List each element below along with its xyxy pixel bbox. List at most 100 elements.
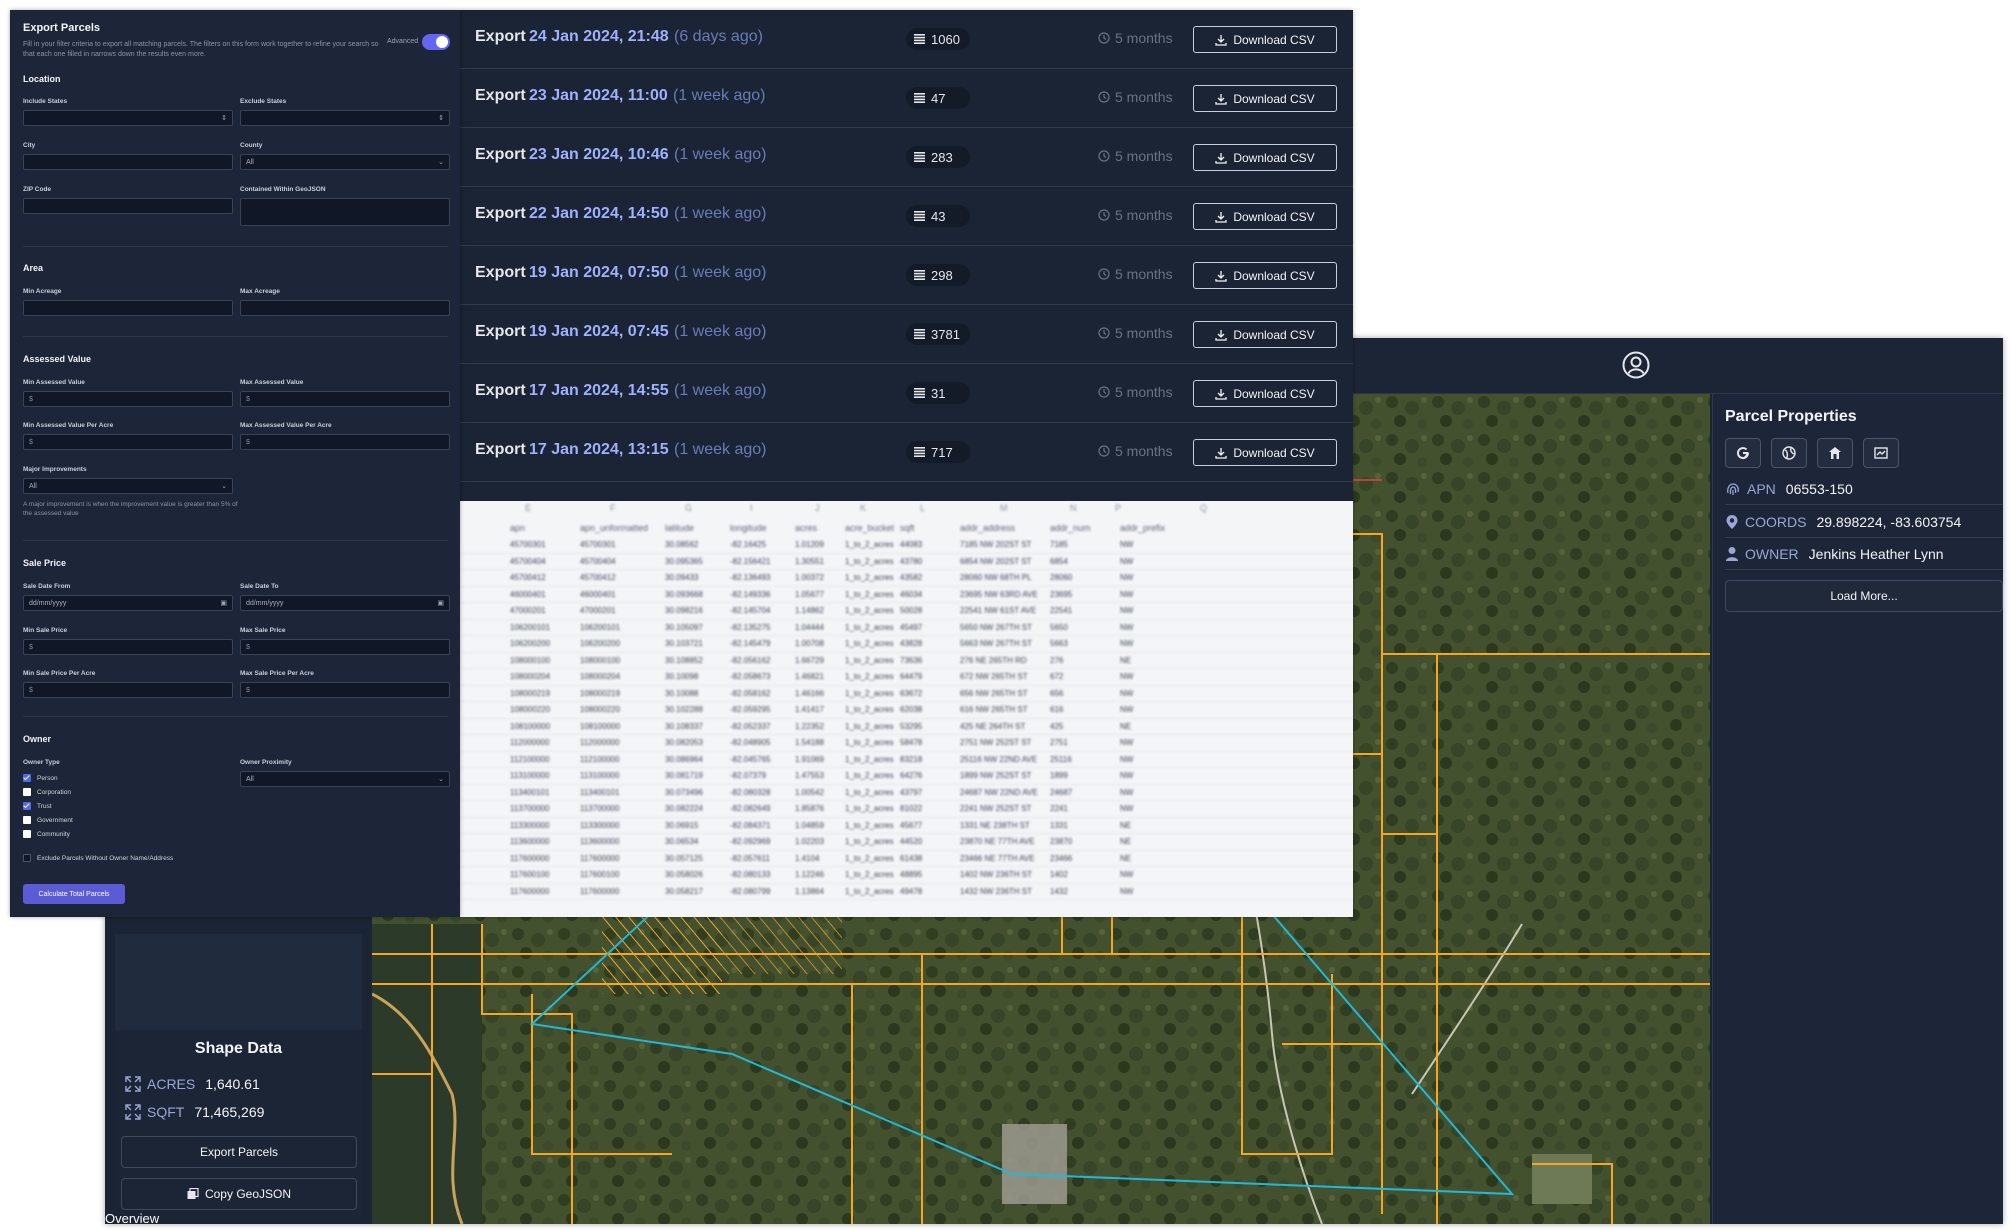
expand-icon	[125, 1076, 141, 1092]
user-profile-icon[interactable]	[1621, 350, 1651, 380]
geojson-textarea[interactable]	[240, 198, 450, 226]
spreadsheet-cell: -82.16425	[730, 540, 767, 549]
owner-type-checkbox[interactable]: Government	[23, 815, 73, 825]
checkbox-box[interactable]	[23, 830, 31, 838]
spreadsheet-column-letter[interactable]: M	[1000, 503, 1008, 519]
owner-type-checkbox[interactable]: Corporation	[23, 787, 71, 797]
export-relative-time: (1 week ago)	[674, 146, 767, 163]
download-csv-button[interactable]: Download CSV	[1193, 262, 1337, 289]
spreadsheet-column-letter[interactable]: J	[815, 503, 820, 519]
download-csv-button[interactable]: Download CSV	[1193, 380, 1337, 407]
advanced-toggle[interactable]	[422, 34, 450, 50]
list-icon	[914, 329, 925, 339]
checkbox-box[interactable]	[23, 854, 31, 862]
checkbox-box[interactable]	[23, 802, 31, 810]
spreadsheet-column-letter[interactable]: K	[860, 503, 866, 519]
checkbox-box[interactable]	[23, 774, 31, 782]
spreadsheet-column-letter[interactable]: I	[750, 503, 753, 519]
download-csv-button[interactable]: Download CSV	[1193, 439, 1337, 466]
min-assessed-input[interactable]: $	[23, 391, 233, 407]
property-owner-button[interactable]	[1817, 438, 1853, 468]
exclude-no-owner-checkbox[interactable]: Exclude Parcels Without Owner Name/Addre…	[23, 853, 173, 863]
export-label: Export	[475, 323, 526, 340]
spreadsheet-cell: 6854	[1050, 556, 1068, 566]
calculate-total-parcels-button[interactable]: Calculate Total Parcels	[23, 884, 125, 904]
coords-value: 29.898224, -83.603754	[1816, 514, 1962, 530]
owner-type-checkbox[interactable]: Community	[23, 829, 70, 839]
list-icon	[914, 447, 925, 457]
download-csv-button[interactable]: Download CSV	[1193, 85, 1337, 112]
spreadsheet-cell: 113600000	[510, 837, 550, 846]
max-sale-input[interactable]: $	[240, 639, 450, 655]
load-more-button[interactable]: Load More...	[1725, 580, 2003, 612]
spreadsheet-row: 108000219 108000219 30.10088 -82.058162 1.46…	[460, 686, 1353, 702]
sale-date-from-input[interactable]: dd/mm/yyyy ▣	[23, 595, 233, 611]
globe-search-button[interactable]	[1771, 438, 1807, 468]
spreadsheet-cell: 1_to_2_acres	[845, 886, 894, 896]
spreadsheet-cell: -82.048905	[730, 738, 771, 747]
download-csv-button[interactable]: Download CSV	[1193, 144, 1337, 171]
owner-type-checkbox[interactable]: Trust	[23, 801, 52, 811]
spreadsheet-cell: 43780	[900, 556, 923, 566]
checkbox-box[interactable]	[23, 788, 31, 796]
spreadsheet-column-letter[interactable]: P	[1115, 503, 1121, 519]
min-assessed-acre-label: Min Assessed Value Per Acre	[23, 422, 114, 429]
min-acreage-input[interactable]	[23, 300, 233, 316]
exclude-states-select[interactable]: ⇕	[240, 110, 450, 126]
spreadsheet-cell: -82.156421	[730, 556, 771, 566]
spreadsheet-cell: NE	[1120, 721, 1132, 731]
sale-date-to-input[interactable]: dd/mm/yyyy ▣	[240, 595, 450, 611]
copy-geojson-button[interactable]: Copy GeoJSON	[121, 1178, 357, 1210]
coords-label: COORDS	[1745, 514, 1807, 530]
export-date: 19 Jan 2024, 07:45	[529, 323, 669, 340]
download-csv-button[interactable]: Download CSV	[1193, 26, 1337, 53]
spreadsheet-cell: NW	[1120, 672, 1134, 681]
spreadsheet-cell: -82.052337	[730, 721, 771, 731]
zip-code-input[interactable]	[23, 198, 233, 214]
spreadsheet-row: 112000000 112000000 30.082053 -82.048905 1.5…	[460, 735, 1353, 752]
export-parcels-button[interactable]: Export Parcels	[121, 1136, 357, 1168]
chevron-down-icon: ⌄	[438, 159, 444, 166]
spreadsheet-column-letter[interactable]: G	[685, 503, 692, 519]
spreadsheet-cell: 30.08562	[665, 540, 699, 549]
spreadsheet-column-letter[interactable]: Q	[1200, 503, 1207, 519]
spreadsheet-cell: 44520	[900, 837, 923, 846]
export-label: Export	[475, 28, 526, 45]
spreadsheet-column-letter[interactable]: L	[920, 503, 925, 519]
spreadsheet-cell: 1.4104	[795, 853, 820, 863]
expiry-age-text: 5 months	[1115, 325, 1173, 341]
max-sale-acre-input[interactable]: $	[240, 682, 450, 698]
download-csv-button[interactable]: Download CSV	[1193, 203, 1337, 230]
spreadsheet-column-letter[interactable]: E	[525, 503, 531, 519]
min-assessed-acre-input[interactable]: $	[23, 434, 233, 450]
include-states-select[interactable]: ⇕	[23, 110, 233, 126]
checkbox-box[interactable]	[23, 816, 31, 824]
max-acreage-input[interactable]	[240, 300, 450, 316]
spreadsheet-cell: 106200101	[510, 622, 551, 632]
owner-type-checkbox[interactable]: Person	[23, 773, 58, 783]
max-assessed-input[interactable]: $	[240, 391, 450, 407]
download-icon	[1215, 211, 1227, 223]
owner-proximity-select[interactable]: All ⌄	[240, 771, 450, 787]
min-sale-acre-input[interactable]: $	[23, 682, 233, 698]
county-select[interactable]: All ⌄	[240, 154, 450, 170]
spreadsheet-cell: 1.54188	[795, 738, 824, 747]
city-input[interactable]	[23, 154, 233, 170]
spreadsheet-cell: 1402 NW 236TH ST	[960, 870, 1033, 879]
max-assessed-acre-input[interactable]: $	[240, 434, 450, 450]
spreadsheet-column-letter[interactable]: F	[610, 503, 616, 519]
spreadsheet-column-letter[interactable]: N	[1070, 503, 1077, 519]
record-count: 298	[931, 267, 953, 283]
county-label: County	[240, 142, 263, 149]
min-sale-input[interactable]: $	[23, 639, 233, 655]
download-csv-button[interactable]: Download CSV	[1193, 321, 1337, 348]
major-improvements-select[interactable]: All ⌄	[23, 478, 233, 494]
expiry-age: 5 months	[1098, 384, 1173, 400]
spreadsheet-cell: -82.056162	[730, 655, 771, 665]
spreadsheet-row: 106200200 106200200 30.103721 -82.145479 1.0…	[460, 636, 1353, 653]
google-search-button[interactable]	[1725, 438, 1761, 468]
export-date: 17 Jan 2024, 14:55	[529, 382, 669, 399]
spreadsheet-cell: 5650	[1050, 622, 1068, 632]
divider	[23, 540, 448, 541]
map-listing-button[interactable]	[1863, 438, 1899, 468]
